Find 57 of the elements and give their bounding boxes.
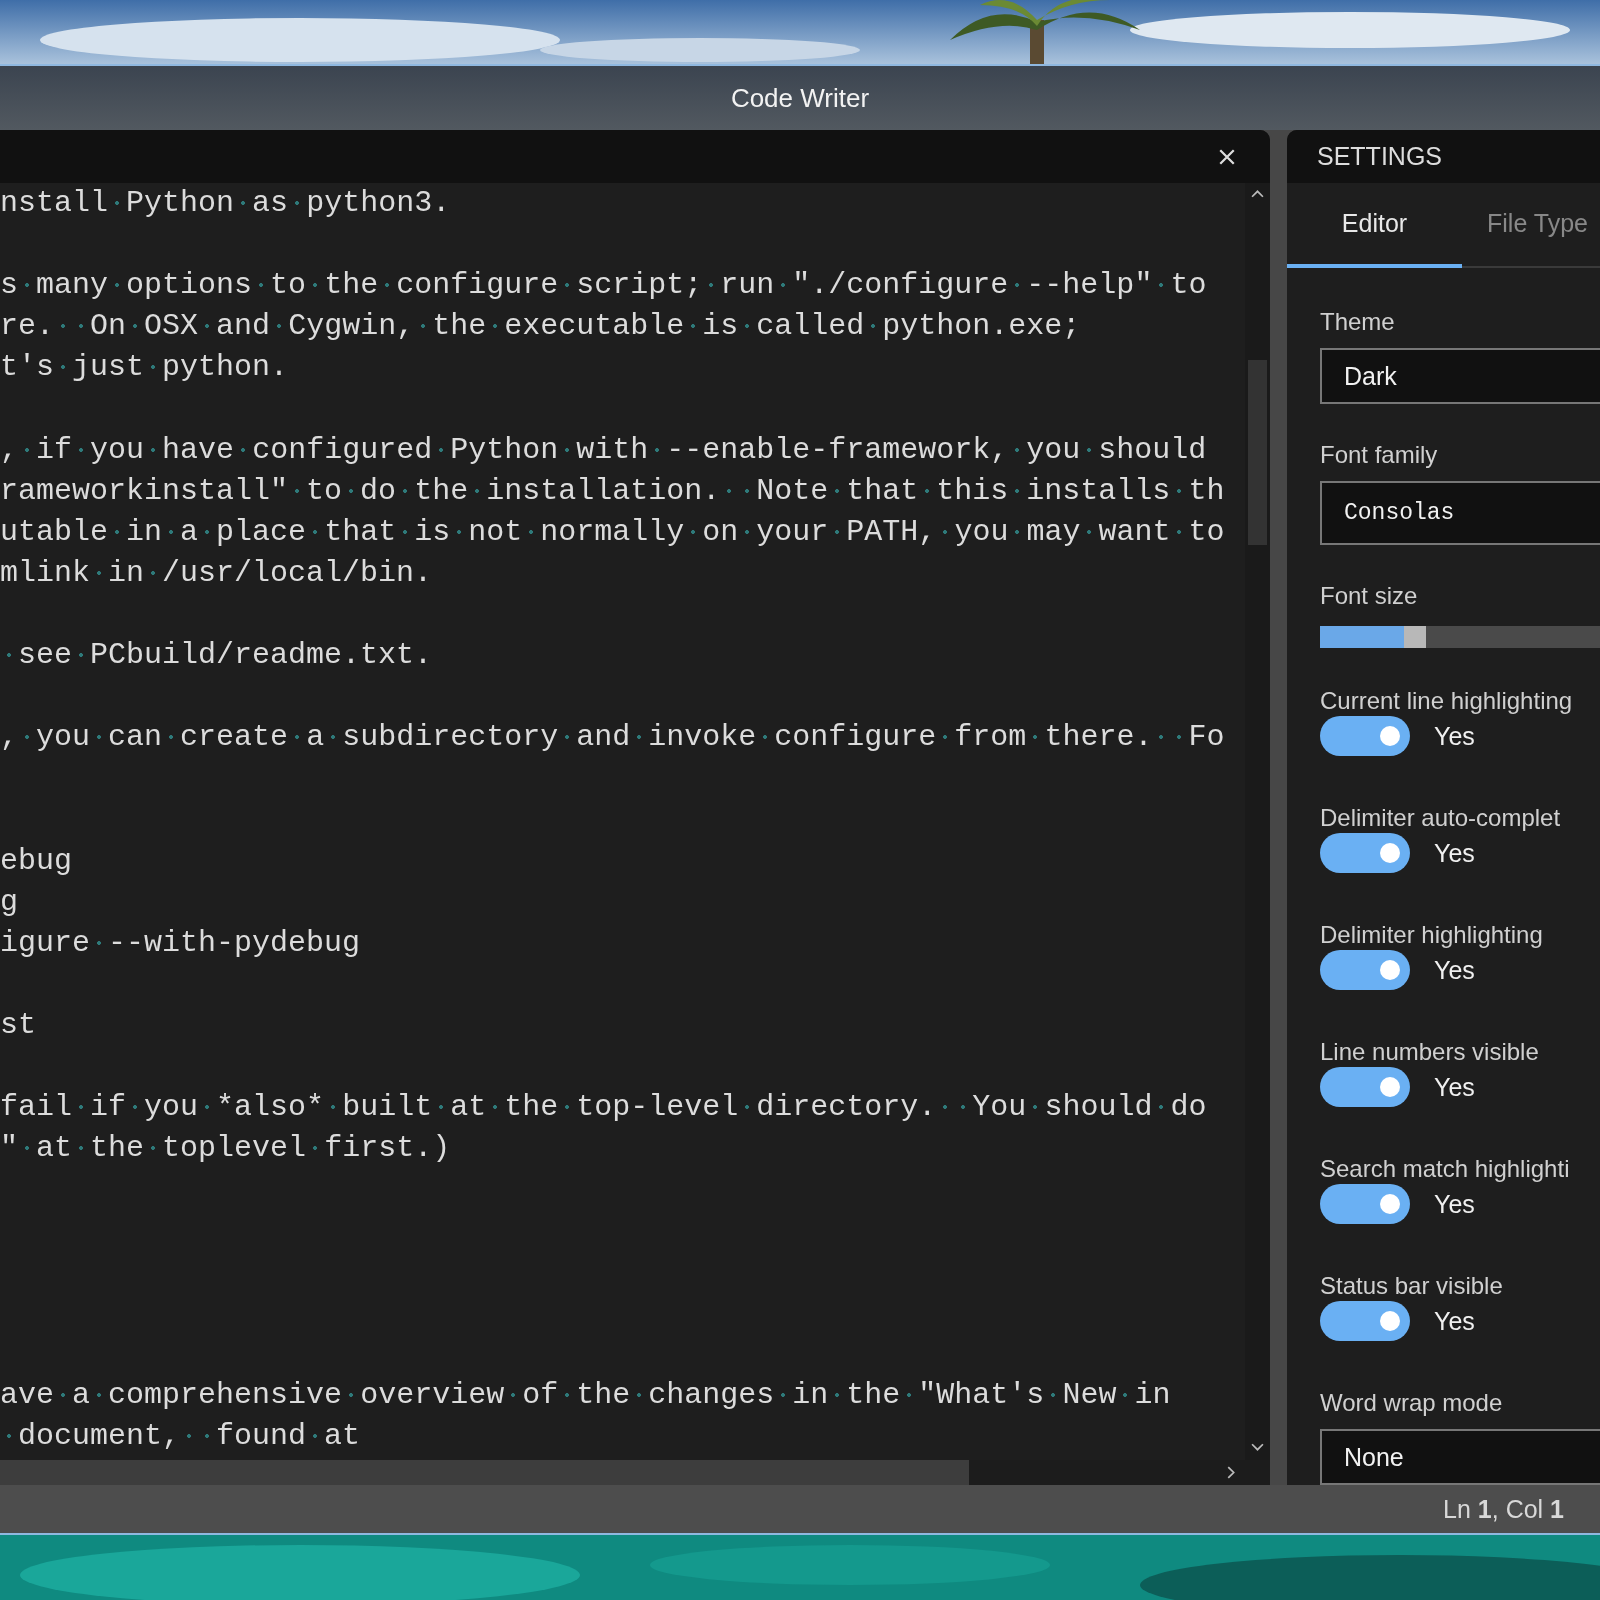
field-label: Word wrap mode xyxy=(1320,1388,1504,1418)
field-label: Search match highlighti xyxy=(1320,1154,1571,1184)
code-line: fail if you *also* built at the top-level directory. You should do xyxy=(0,1089,1208,1127)
toggle-label: Yes xyxy=(1434,838,1475,868)
code-line: nstall Python as python3. xyxy=(0,185,452,222)
cursor-position: Ln 1, Col 1 xyxy=(1443,1494,1564,1524)
window-title: Code Writer xyxy=(730,82,870,114)
code-line: " at the toplevel first.) xyxy=(0,1130,452,1168)
code-line: document, found at xyxy=(0,1415,1245,1457)
close-icon[interactable] xyxy=(1218,147,1236,166)
toggle-switch[interactable] xyxy=(1320,1301,1410,1341)
horizontal-scrollbar[interactable] xyxy=(0,1460,1270,1485)
code-line: ave a comprehensive overview of the changes in the "What's New in xyxy=(0,1376,1172,1414)
field-label: Theme xyxy=(1320,307,1396,337)
code-line: rameworkinstall" to do the installation. Note that this installs th xyxy=(0,472,1226,510)
toggle-switch[interactable] xyxy=(1320,950,1410,990)
field-label: Delimiter highlighting xyxy=(1320,920,1544,950)
code-line: st xyxy=(0,1006,37,1044)
field-label: Font size xyxy=(1320,581,1419,611)
scroll-down-icon[interactable] xyxy=(1251,1443,1264,1452)
code-line: re. On OSX and Cygwin, the executable is called python.exe; xyxy=(0,308,1082,346)
panel-title: SETTINGS xyxy=(1317,142,1442,171)
dropdown-field[interactable]: Dark xyxy=(1320,348,1600,404)
toggle-switch[interactable] xyxy=(1320,833,1410,873)
toggle-label: Yes xyxy=(1434,721,1475,751)
code-line: s many options to the configure script; run "./configure --help" to xyxy=(0,267,1208,305)
settings-tab[interactable]: File Type xyxy=(1462,183,1600,268)
slider-thumb[interactable] xyxy=(1404,626,1426,648)
code-line: utable in a place that is not normally on your PATH, you may want to xyxy=(0,513,1226,551)
field-label: Status bar visible xyxy=(1320,1271,1504,1301)
slider-track[interactable] xyxy=(1320,626,1600,648)
dropdown-field[interactable]: Consolas xyxy=(1320,481,1600,545)
scrollbar-thumb[interactable] xyxy=(1248,360,1267,545)
toggle-switch[interactable] xyxy=(1320,1184,1410,1224)
field-label: Delimiter auto-complet xyxy=(1320,803,1562,833)
dropdown-field[interactable]: None xyxy=(1320,1429,1600,1485)
code-line: mlink in /usr/local/bin. xyxy=(0,554,434,592)
toggle-label: Yes xyxy=(1434,1072,1475,1102)
code-line: , if you have configured Python with --enable-framework, you should xyxy=(0,431,1208,469)
scroll-right-icon[interactable] xyxy=(1227,1466,1236,1479)
toggle-label: Yes xyxy=(1434,1189,1475,1219)
vertical-scrollbar[interactable] xyxy=(1245,183,1270,1460)
code-line: , you can create a subdirectory and invoke configure from there. Fo xyxy=(0,719,1226,757)
field-label: Line numbers visible xyxy=(1320,1037,1540,1067)
code-line: ebug xyxy=(0,842,73,880)
scroll-up-icon[interactable] xyxy=(1251,189,1264,198)
toggle-label: Yes xyxy=(1434,955,1475,985)
field-label: Current line highlighting xyxy=(1320,686,1574,716)
toggle-label: Yes xyxy=(1434,1306,1475,1336)
field-label: Font family xyxy=(1320,440,1439,470)
toggle-switch[interactable] xyxy=(1320,1067,1410,1107)
code-line: igure --with-pydebug xyxy=(0,924,362,962)
code-line: see PCbuild/readme.txt. xyxy=(0,635,1245,677)
code-line: t's just python. xyxy=(0,349,290,387)
settings-tab[interactable]: Editor xyxy=(1287,183,1462,268)
code-line: g xyxy=(0,883,19,921)
toggle-switch[interactable] xyxy=(1320,716,1410,756)
